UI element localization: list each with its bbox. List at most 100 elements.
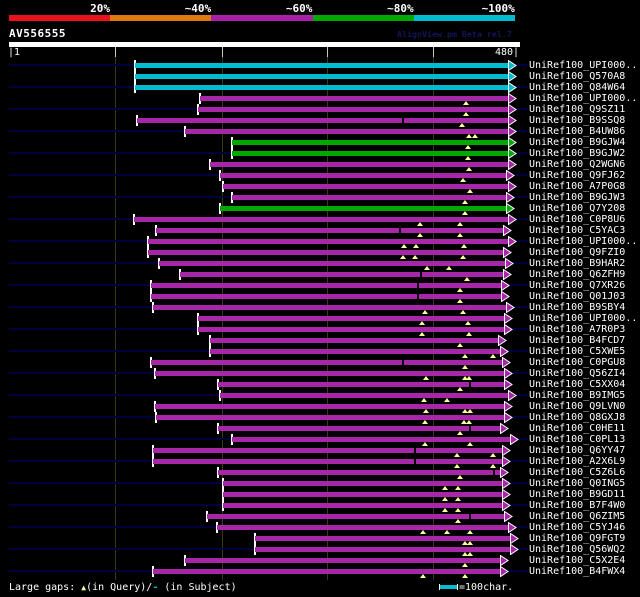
alignment-bar[interactable] [220,393,509,398]
alignment-arrowhead-icon[interactable] [500,346,509,357]
alignment-bar[interactable] [217,525,509,530]
subject-label[interactable]: UniRef100_Q84W64 [529,82,639,93]
subject-label[interactable]: UniRef100_B9GJW2 [529,148,639,159]
subject-label[interactable]: UniRef100_A2X6L9 [529,456,639,467]
subject-label[interactable]: UniRef100_B9IMG5 [529,390,639,401]
subject-label[interactable]: UniRef100_C0P8U6 [529,214,639,225]
alignment-arrowhead-icon[interactable] [508,522,517,533]
alignment-bar[interactable] [210,349,501,354]
alignment-bar[interactable] [198,316,505,321]
alignment-bar[interactable] [180,272,504,277]
subject-label[interactable]: UniRef100_Q6ZIM5 [529,511,639,522]
alignment-bar[interactable] [153,448,503,453]
alignment-arrowhead-icon[interactable] [508,115,517,126]
alignment-bar[interactable] [210,338,499,343]
alignment-arrowhead-icon[interactable] [508,60,517,71]
subject-label[interactable]: UniRef100_A7R0P3 [529,324,639,335]
subject-label[interactable]: UniRef100_C0PL13 [529,434,639,445]
subject-label[interactable]: UniRef100_B9SBY4 [529,302,639,313]
alignment-bar[interactable] [155,404,505,409]
alignment-arrowhead-icon[interactable] [508,181,517,192]
subject-label[interactable]: UniRef100_Q9FZI0 [529,247,639,258]
alignment-arrowhead-icon[interactable] [506,192,515,203]
alignment-arrowhead-icon[interactable] [508,236,517,247]
alignment-arrowhead-icon[interactable] [504,324,513,335]
alignment-bar[interactable] [159,261,506,266]
subject-label[interactable]: UniRef100_Q9FGT9 [529,533,639,544]
alignment-bar[interactable] [223,492,503,497]
subject-label[interactable]: UniRef100_C5YAC3 [529,225,639,236]
subject-label[interactable]: UniRef100_UPI000.. [529,236,639,247]
alignment-arrowhead-icon[interactable] [505,258,514,269]
subject-label[interactable]: UniRef100_Q9FJ62 [529,170,639,181]
alignment-arrowhead-icon[interactable] [508,93,517,104]
subject-label[interactable]: UniRef100_B9SSQ8 [529,115,639,126]
alignment-bar[interactable] [223,503,503,508]
alignment-arrowhead-icon[interactable] [502,357,511,368]
subject-label[interactable]: UniRef100_B9GJW3 [529,192,639,203]
alignment-bar[interactable] [210,162,509,167]
alignment-arrowhead-icon[interactable] [504,368,513,379]
subject-label[interactable]: UniRef100_Q8GXJ8 [529,412,639,423]
alignment-bar[interactable] [156,228,504,233]
alignment-arrowhead-icon[interactable] [502,456,511,467]
alignment-arrowhead-icon[interactable] [504,401,513,412]
subject-label[interactable]: UniRef100_B4FWX4 [529,566,639,577]
alignment-arrowhead-icon[interactable] [498,335,507,346]
subject-label[interactable]: UniRef100_Q570A8 [529,71,639,82]
subject-label[interactable]: UniRef100_B9GJW4 [529,137,639,148]
subject-label[interactable]: UniRef100_Q56ZI4 [529,368,639,379]
alignment-bar[interactable] [153,305,507,310]
alignment-arrowhead-icon[interactable] [500,566,509,577]
subject-label[interactable]: UniRef100_Q2WGN6 [529,159,639,170]
subject-label[interactable]: UniRef100_B9HAR2 [529,258,639,269]
alignment-bar[interactable] [153,459,503,464]
subject-label[interactable]: UniRef100_Q7Y208 [529,203,639,214]
alignment-bar[interactable] [135,74,509,79]
subject-label[interactable]: UniRef100_B4FCD7 [529,335,639,346]
subject-label[interactable]: UniRef100_Q56WQ2 [529,544,639,555]
alignment-arrowhead-icon[interactable] [502,478,511,489]
alignment-bar[interactable] [185,558,501,563]
alignment-bar[interactable] [148,239,509,244]
alignment-arrowhead-icon[interactable] [500,467,509,478]
alignment-bar[interactable] [155,371,505,376]
subject-label[interactable]: UniRef100_Q6ZFH9 [529,269,639,280]
alignment-bar[interactable] [135,85,509,90]
alignment-arrowhead-icon[interactable] [504,412,513,423]
alignment-arrowhead-icon[interactable] [502,489,511,500]
alignment-arrowhead-icon[interactable] [504,379,513,390]
alignment-arrowhead-icon[interactable] [510,434,519,445]
subject-label[interactable]: UniRef100_UPI000.. [529,93,639,104]
subject-label[interactable]: UniRef100_UPI000.. [529,313,639,324]
subject-label[interactable]: UniRef100_C5XX04 [529,379,639,390]
subject-label[interactable]: UniRef100_Q01J03 [529,291,639,302]
alignment-arrowhead-icon[interactable] [503,225,512,236]
alignment-arrowhead-icon[interactable] [506,302,515,313]
alignment-arrowhead-icon[interactable] [508,71,517,82]
alignment-arrowhead-icon[interactable] [508,214,517,225]
alignment-arrowhead-icon[interactable] [508,148,517,159]
subject-label[interactable]: UniRef100_Q6YY47 [529,445,639,456]
subject-label[interactable]: UniRef100_C0PGU8 [529,357,639,368]
subject-label[interactable]: UniRef100_C0HE11 [529,423,639,434]
alignment-arrowhead-icon[interactable] [504,511,513,522]
subject-label[interactable]: UniRef100_Q9LVN0 [529,401,639,412]
alignment-arrowhead-icon[interactable] [508,390,517,401]
subject-label[interactable]: UniRef100_Q9SZ11 [529,104,639,115]
subject-label[interactable]: UniRef100_B9GD11 [529,489,639,500]
alignment-bar[interactable] [151,294,502,299]
alignment-arrowhead-icon[interactable] [508,137,517,148]
alignment-bar[interactable] [156,415,505,420]
alignment-bar[interactable] [151,360,503,365]
subject-label[interactable]: UniRef100_Q0ING5 [529,478,639,489]
alignment-arrowhead-icon[interactable] [503,269,512,280]
alignment-arrowhead-icon[interactable] [503,247,512,258]
alignment-arrowhead-icon[interactable] [508,159,517,170]
alignment-bar[interactable] [148,250,504,255]
alignment-arrowhead-icon[interactable] [510,533,519,544]
subject-label[interactable]: UniRef100_C5Z6L6 [529,467,639,478]
subject-label[interactable]: UniRef100_Q7XR26 [529,280,639,291]
alignment-arrowhead-icon[interactable] [506,170,515,181]
alignment-arrowhead-icon[interactable] [504,313,513,324]
